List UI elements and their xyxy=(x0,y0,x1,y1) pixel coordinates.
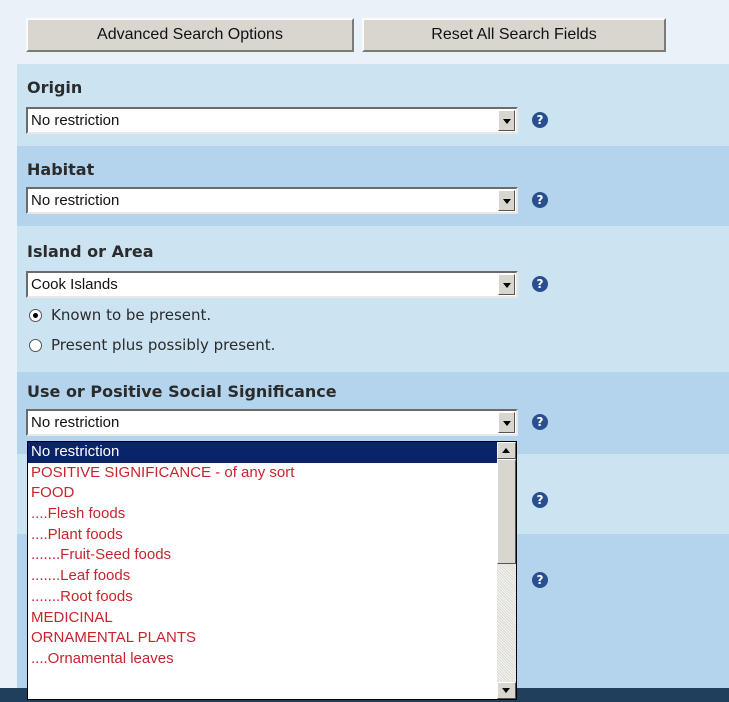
scrollbar-thumb[interactable] xyxy=(497,459,516,564)
help-icon[interactable]: ? xyxy=(532,572,548,588)
dropdown-option[interactable]: .......Leaf foods xyxy=(28,566,497,587)
dropdown-option[interactable]: ORNAMENTAL PLANTS xyxy=(28,628,497,649)
help-icon[interactable]: ? xyxy=(532,276,548,292)
origin-section: Origin No restriction ? xyxy=(17,64,729,146)
dropdown-options: No restriction POSITIVE SIGNIFICANCE - of… xyxy=(28,442,497,670)
habitat-select[interactable]: No restriction xyxy=(26,187,518,214)
dropdown-option[interactable]: ....Flesh foods xyxy=(28,504,497,525)
habitat-select-value: No restriction xyxy=(31,192,120,209)
help-icon[interactable]: ? xyxy=(532,414,548,430)
dropdown-option[interactable]: ....Ornamental leaves xyxy=(28,649,497,670)
scroll-down-arrow-icon[interactable] xyxy=(497,682,516,699)
help-icon[interactable]: ? xyxy=(532,192,548,208)
help-icon[interactable]: ? xyxy=(532,492,548,508)
radio-possible-label: Present plus possibly present. xyxy=(51,336,276,354)
reset-search-fields-button[interactable]: Reset All Search Fields xyxy=(362,18,666,52)
use-select-value: No restriction xyxy=(31,414,120,431)
radio-possibly-present[interactable]: Present plus possibly present. xyxy=(29,336,275,354)
chevron-down-icon[interactable] xyxy=(498,190,515,211)
toolbar: Advanced Search Options Reset All Search… xyxy=(0,0,729,64)
scrollbar[interactable] xyxy=(497,442,516,699)
chevron-down-icon[interactable] xyxy=(498,412,515,433)
dropdown-option[interactable]: No restriction xyxy=(28,442,497,463)
dropdown-option[interactable]: POSITIVE SIGNIFICANCE - of any sort xyxy=(28,463,497,484)
habitat-label: Habitat xyxy=(27,160,95,179)
radio-button[interactable] xyxy=(29,339,42,352)
dropdown-option[interactable]: FOOD xyxy=(28,483,497,504)
origin-label: Origin xyxy=(27,78,83,97)
dropdown-option[interactable]: .......Root foods xyxy=(28,587,497,608)
island-select-value: Cook Islands xyxy=(31,276,118,293)
island-select[interactable]: Cook Islands xyxy=(26,271,518,298)
chevron-down-icon[interactable] xyxy=(498,110,515,131)
dropdown-option[interactable]: MEDICINAL xyxy=(28,608,497,629)
dropdown-option[interactable]: ....Plant foods xyxy=(28,525,497,546)
use-dropdown-list[interactable]: No restriction POSITIVE SIGNIFICANCE - of… xyxy=(27,441,517,700)
help-icon[interactable]: ? xyxy=(532,112,548,128)
island-section: Island or Area Cook Islands ? Known to b… xyxy=(17,226,729,372)
radio-known-label: Known to be present. xyxy=(51,306,212,324)
scroll-up-arrow-icon[interactable] xyxy=(497,442,516,459)
radio-known-present[interactable]: Known to be present. xyxy=(29,306,211,324)
use-select[interactable]: No restriction xyxy=(26,409,518,436)
use-label: Use or Positive Social Significance xyxy=(27,382,337,401)
advanced-search-options-button[interactable]: Advanced Search Options xyxy=(26,18,354,52)
radio-button-checked[interactable] xyxy=(29,309,42,322)
island-label: Island or Area xyxy=(27,242,154,261)
habitat-section: Habitat No restriction ? xyxy=(17,146,729,226)
chevron-down-icon[interactable] xyxy=(498,274,515,295)
dropdown-option[interactable]: .......Fruit-Seed foods xyxy=(28,545,497,566)
origin-select-value: No restriction xyxy=(31,112,120,129)
origin-select[interactable]: No restriction xyxy=(26,107,518,134)
